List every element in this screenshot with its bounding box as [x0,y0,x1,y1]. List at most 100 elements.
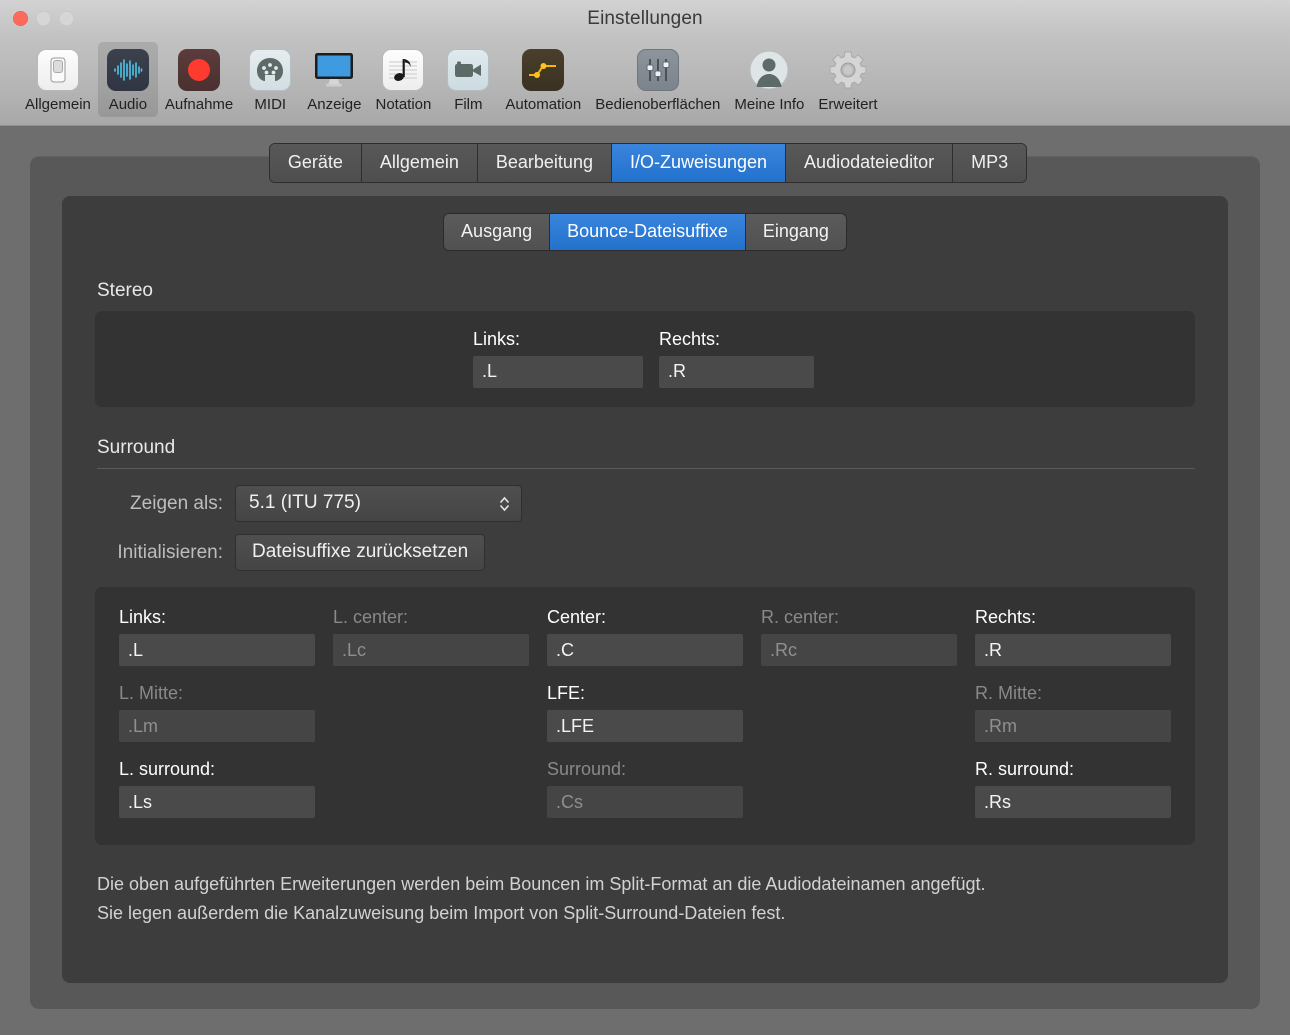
toolbar-item-allgemein[interactable]: Allgemein [18,42,98,117]
surround-label: R. center: [761,607,957,628]
surround-heading: Surround [97,437,1195,469]
subtab-bounce-dateisuffixe[interactable]: Bounce-Dateisuffixe [550,214,746,250]
automation-icon [520,47,566,93]
display-icon [311,47,357,93]
surround-label: Links: [119,607,315,628]
tab-geraete[interactable]: Geräte [270,144,362,182]
tab-allgemein[interactable]: Allgemein [362,144,478,182]
content-area: Geräte Allgemein Bearbeitung I/O-Zuweisu… [0,126,1290,1035]
chevron-updown-icon [499,496,510,512]
surround-label: L. surround: [119,759,315,780]
surround-label: L. center: [333,607,529,628]
toolbar-item-label: Notation [375,96,431,113]
toolbar-item-label: Film [454,96,482,113]
toolbar-item-film[interactable]: Film [438,42,498,117]
surround-grid: Links: L. center: Center: R. center [119,607,1171,821]
stereo-right-input[interactable] [659,356,814,388]
subtab-ausgang[interactable]: Ausgang [444,214,550,250]
subtab-eingang[interactable]: Eingang [746,214,846,250]
surround-input-surround[interactable] [547,786,743,818]
stereo-left-input[interactable] [473,356,643,388]
surround-cell-lfe: LFE: [547,683,743,745]
surround-channels-box: Links: L. center: Center: R. center [95,587,1195,845]
surround-input-rechts[interactable] [975,634,1171,666]
toolbar-item-aufnahme[interactable]: Aufnahme [158,42,240,117]
surround-cell-l-center: L. center: [333,607,529,669]
surround-input-l-surround[interactable] [119,786,315,818]
toolbar-item-anzeige[interactable]: Anzeige [300,42,368,117]
switch-icon [35,47,81,93]
stereo-left-label: Links: [473,329,643,350]
toolbar-item-meine-info[interactable]: Meine Info [727,42,811,117]
initialize-label: Initialisieren: [95,542,235,564]
tab-bearbeitung[interactable]: Bearbeitung [478,144,612,182]
surround-cell-r-center: R. center: [761,607,957,669]
video-camera-icon [445,47,491,93]
toolbar-item-bedienoberflaechen[interactable]: Bedienoberflächen [588,42,727,117]
surround-label: L. Mitte: [119,683,315,704]
surround-cell-links: Links: [119,607,315,669]
midi-plug-icon [247,47,293,93]
gear-icon [825,47,871,93]
surround-input-l-center[interactable] [333,634,529,666]
stereo-right-group: Rechts: [659,329,814,388]
surround-input-r-center[interactable] [761,634,957,666]
tab-audiodateieditor[interactable]: Audiodateieditor [786,144,953,182]
info-note-line1: Die oben aufgeführten Erweiterungen werd… [97,870,1193,899]
tab-mp3[interactable]: MP3 [953,144,1026,182]
toolbar-item-audio[interactable]: Audio [98,42,158,117]
surround-cell-center: Center: [547,607,743,669]
bounce-suffix-pane: Ausgang Bounce-Dateisuffixe Eingang Ster… [62,196,1228,983]
surround-input-center[interactable] [547,634,743,666]
surround-label: R. surround: [975,759,1171,780]
faders-icon [635,47,681,93]
show-as-label: Zeigen als: [95,493,235,515]
reset-file-suffixes-button[interactable]: Dateisuffixe zurücksetzen [235,534,485,571]
stereo-right-label: Rechts: [659,329,814,350]
surround-cell-l-mitte: L. Mitte: [119,683,315,745]
show-as-popup[interactable]: 5.1 (ITU 775) [235,485,522,522]
surround-input-l-mitte[interactable] [119,710,315,742]
toolbar-item-label: Erweitert [818,96,877,113]
surround-label: R. Mitte: [975,683,1171,704]
window-title: Einstellungen [0,8,1290,30]
surround-cell-rechts: Rechts: [975,607,1171,669]
toolbar-item-label: Anzeige [307,96,361,113]
title-bar: Einstellungen [0,0,1290,38]
surround-label: Center: [547,607,743,628]
surround-cell-surround: Surround: [547,759,743,821]
toolbar-item-automation[interactable]: Automation [498,42,588,117]
surround-input-links[interactable] [119,634,315,666]
toolbar-item-midi[interactable]: MIDI [240,42,300,117]
toolbar-item-label: MIDI [254,96,286,113]
tab-io-zuweisungen[interactable]: I/O-Zuweisungen [612,144,786,182]
initialize-row: Initialisieren: Dateisuffixe zurücksetze… [95,534,1195,571]
toolbar-item-label: Aufnahme [165,96,233,113]
surround-label: Surround: [547,759,743,780]
surround-input-r-surround[interactable] [975,786,1171,818]
toolbar-item-label: Bedienoberflächen [595,96,720,113]
person-icon [746,47,792,93]
surround-label: LFE: [547,683,743,704]
toolbar-item-label: Allgemein [25,96,91,113]
info-note: Die oben aufgeführten Erweiterungen werd… [97,870,1193,928]
preferences-window: Einstellungen Allgemein [0,0,1290,1035]
show-as-row: Zeigen als: 5.1 (ITU 775) [95,485,1195,522]
waveform-icon [105,47,151,93]
info-note-line2: Sie legen außerdem die Kanalzuweisung be… [97,899,1193,928]
toolbar-item-erweitert[interactable]: Erweitert [811,42,884,117]
io-subtab-bar: Ausgang Bounce-Dateisuffixe Eingang [95,214,1195,250]
surround-label: Rechts: [975,607,1171,628]
surround-input-lfe[interactable] [547,710,743,742]
toolbar-item-label: Audio [109,96,147,113]
toolbar-item-notation[interactable]: Notation [368,42,438,117]
settings-tab-bar: Geräte Allgemein Bearbeitung I/O-Zuweisu… [28,144,1268,182]
show-as-value: 5.1 (ITU 775) [249,492,361,513]
stereo-heading: Stereo [97,280,1195,302]
surround-cell-r-mitte: R. Mitte: [975,683,1171,745]
surround-input-r-mitte[interactable] [975,710,1171,742]
toolbar-item-label: Meine Info [734,96,804,113]
surround-cell-l-surround: L. surround: [119,759,315,821]
stereo-left-group: Links: [473,329,643,388]
surround-cell-r-surround: R. surround: [975,759,1171,821]
